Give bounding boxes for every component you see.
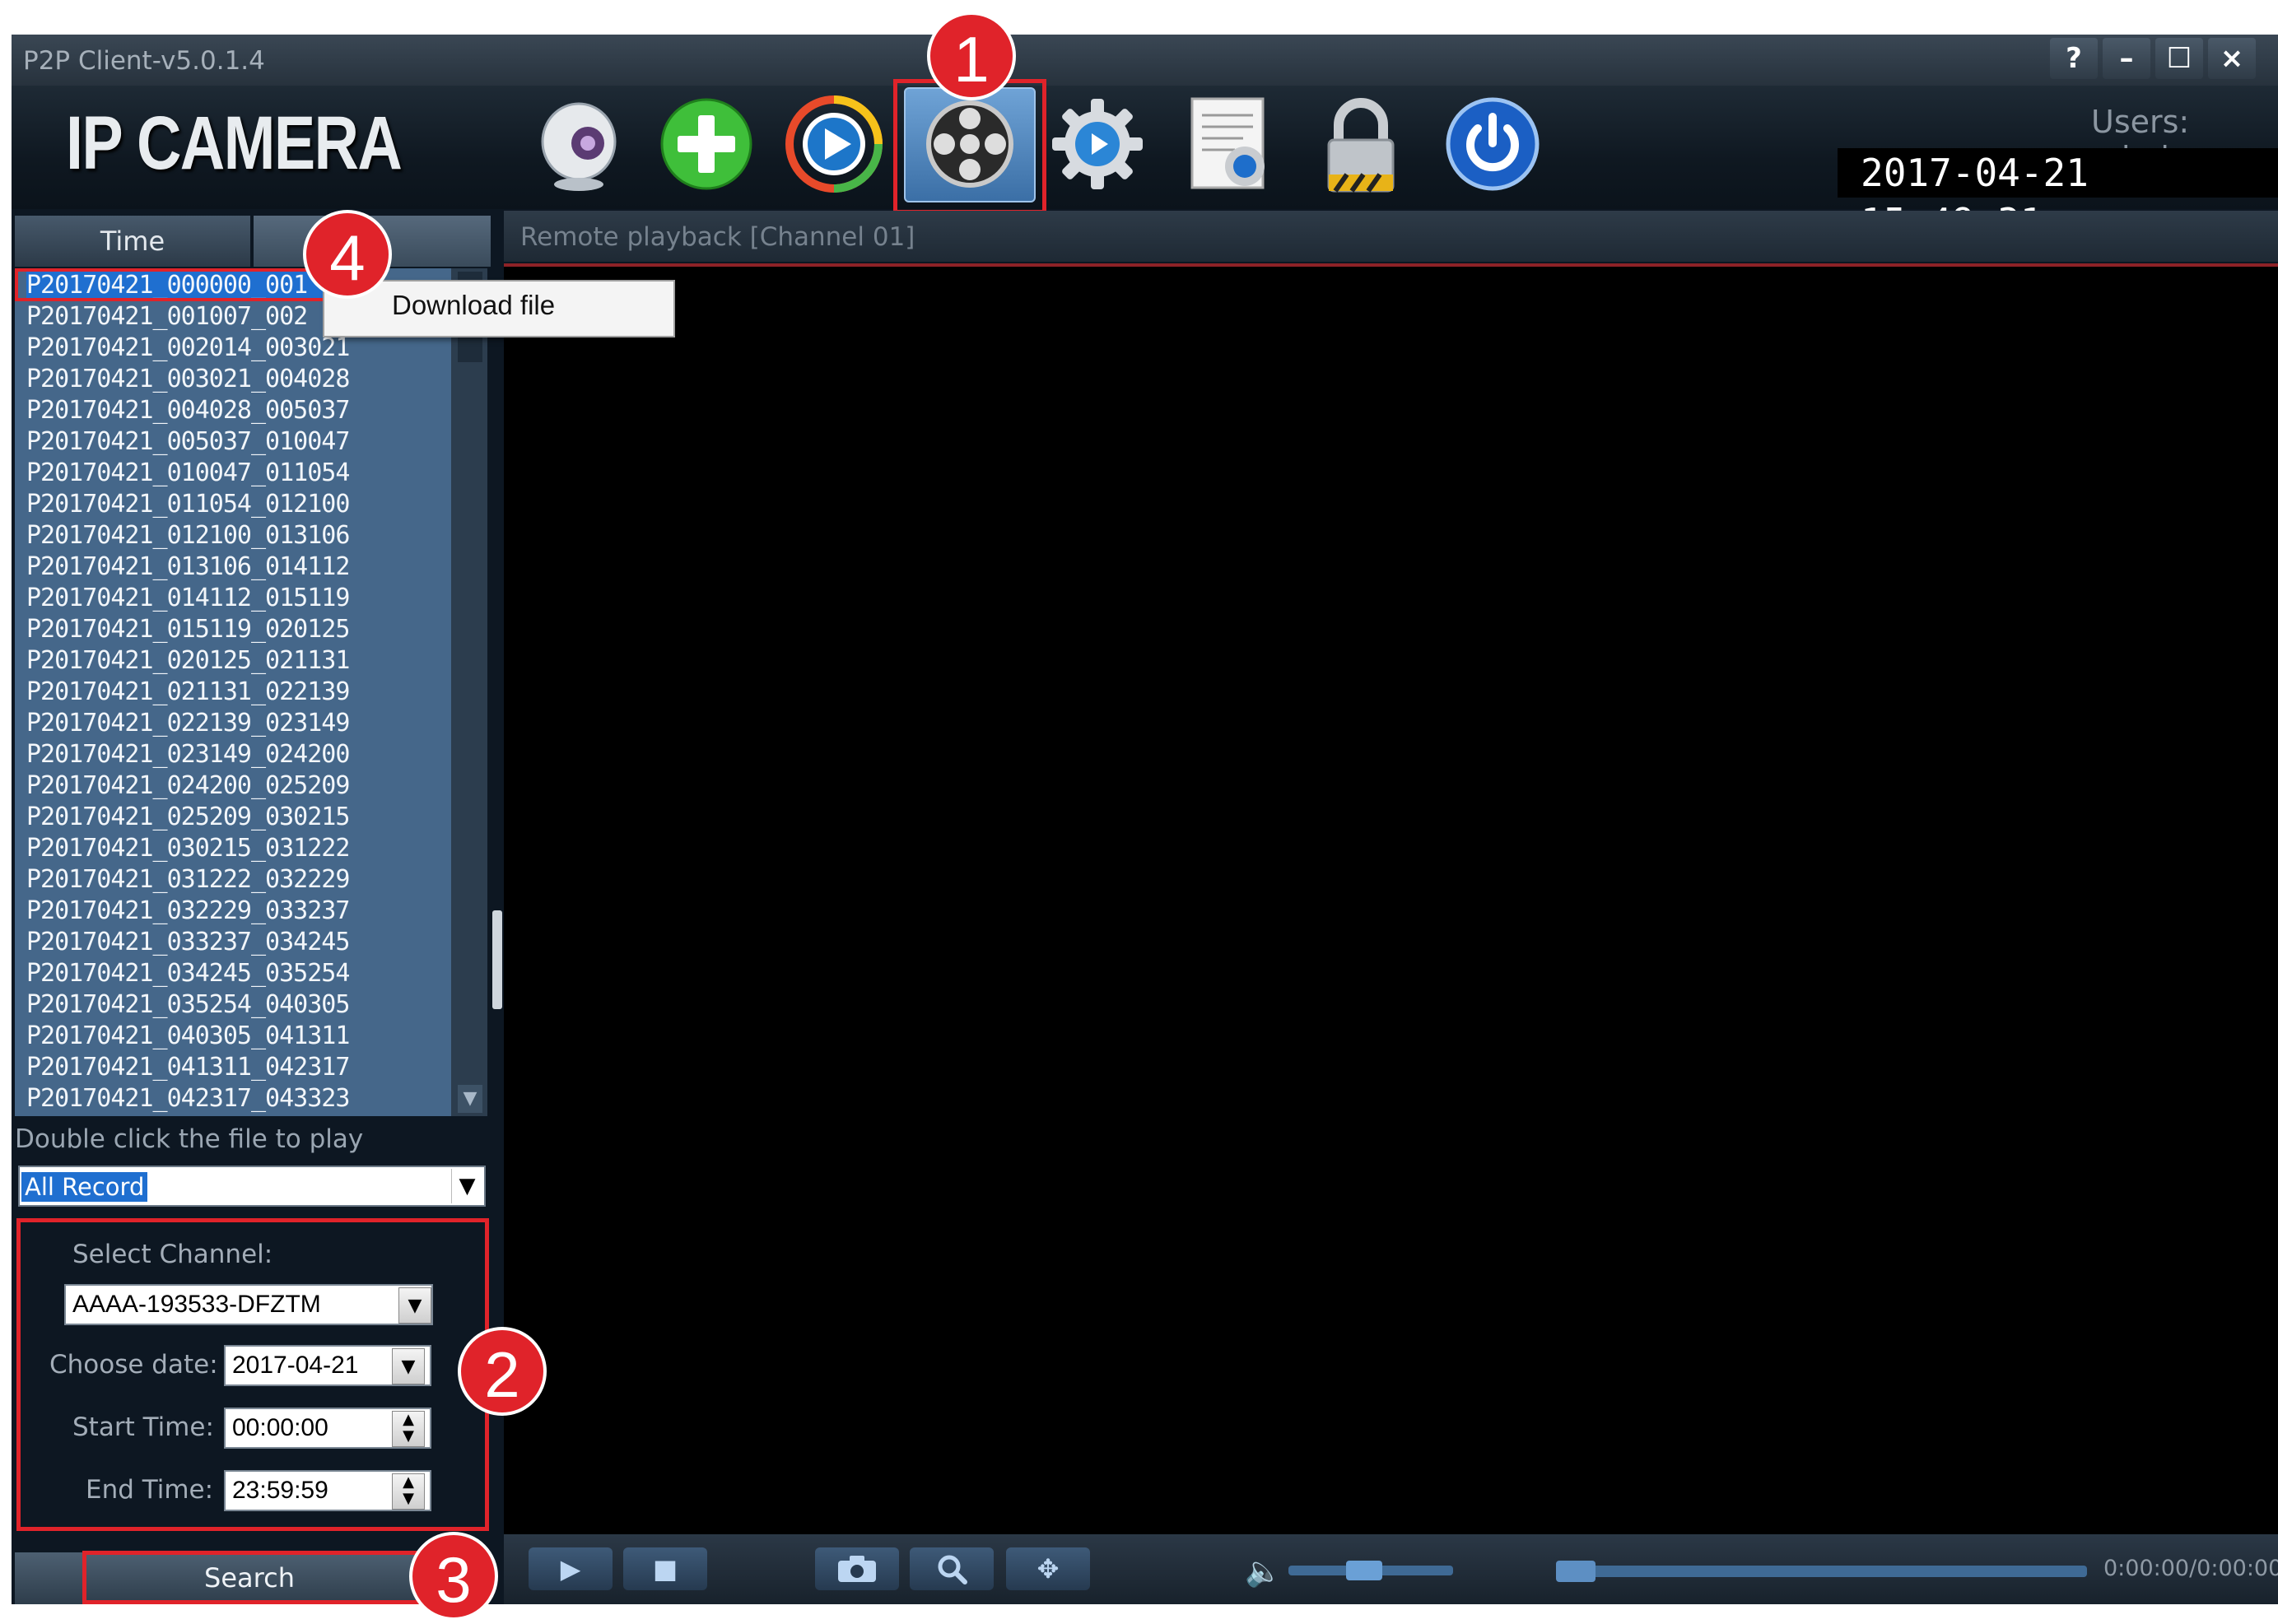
- chevron-down-icon[interactable]: ▼: [451, 1169, 482, 1203]
- callout-3: 3: [409, 1532, 498, 1621]
- chevron-down-icon[interactable]: ▼: [398, 1287, 431, 1324]
- file-list-item[interactable]: P20170421_031222_032229: [26, 864, 372, 896]
- callout-2: 2: [458, 1327, 547, 1416]
- file-list-item[interactable]: P20170421_002014_003021: [26, 333, 372, 364]
- spinner-icon[interactable]: ▲ ▼: [392, 1473, 425, 1510]
- camera-snapshot-icon[interactable]: [815, 1547, 899, 1590]
- minimize-button[interactable]: –: [2103, 38, 2150, 79]
- end-time-label: End Time:: [86, 1475, 214, 1505]
- zoom-icon[interactable]: [910, 1547, 994, 1590]
- date-label: Choose date:: [49, 1350, 218, 1380]
- date-time-display: 2017-04-21 15:49:31: [1838, 148, 2278, 244]
- file-list-item[interactable]: P20170421_022139_023149: [26, 708, 372, 739]
- app-logo: IP CAMERA: [66, 101, 403, 185]
- seek-bar-knob[interactable]: [1556, 1561, 1596, 1582]
- file-list-item[interactable]: P20170421_042317_043323: [26, 1083, 372, 1114]
- stop-icon[interactable]: ■: [623, 1547, 707, 1590]
- channel-select[interactable]: AAAA-193533-DFZTM: [64, 1284, 433, 1325]
- file-list-item[interactable]: P20170421_005037_010047: [26, 426, 372, 458]
- spinner-icon[interactable]: ▲ ▼: [392, 1411, 425, 1447]
- play-icon[interactable]: ▶: [529, 1547, 613, 1590]
- file-list-item[interactable]: P20170421_014112_015119: [26, 583, 372, 614]
- file-list-item[interactable]: P20170421_033237_034245: [26, 927, 372, 958]
- power-icon[interactable]: [1441, 92, 1544, 196]
- file-list-item[interactable]: P20170421_024200_025209: [26, 770, 372, 802]
- title-bar[interactable]: [12, 35, 2278, 86]
- file-list-item[interactable]: P20170421_012100_013106: [26, 520, 372, 551]
- start-time-label: Start Time:: [72, 1412, 214, 1442]
- mute-speaker-icon[interactable]: 🔈: [1245, 1554, 1282, 1589]
- chevron-down-icon[interactable]: ▼: [392, 1348, 425, 1384]
- file-list-item[interactable]: P20170421_010047_011054: [26, 458, 372, 489]
- callout-4: 4: [303, 210, 392, 299]
- video-title: Remote playback [Channel 01]: [520, 222, 915, 252]
- file-list-item[interactable]: P20170421_003021_004028: [26, 364, 372, 395]
- file-list-item[interactable]: P20170421_013106_014112: [26, 551, 372, 583]
- document-gear-icon[interactable]: [1177, 92, 1281, 196]
- video-viewport[interactable]: [504, 267, 2278, 1534]
- webcam-icon[interactable]: [527, 92, 631, 196]
- gear-icon[interactable]: [1046, 92, 1149, 196]
- file-list-item[interactable]: P20170421_032229_033237: [26, 896, 372, 927]
- plus-icon[interactable]: [655, 92, 758, 196]
- file-list-item[interactable]: P20170421_040305_041311: [26, 1021, 372, 1052]
- seek-bar[interactable]: [1556, 1566, 2087, 1577]
- file-list-item[interactable]: P20170421_001007_002: [26, 301, 372, 333]
- padlock-icon[interactable]: [1309, 92, 1413, 196]
- tab-time[interactable]: Time: [15, 216, 250, 267]
- file-list-item[interactable]: P20170421_004028_005037: [26, 395, 372, 426]
- file-list-item[interactable]: P20170421_021131_022139: [26, 677, 372, 708]
- playback-time: 0:00:00/0:00:00: [2103, 1556, 2278, 1581]
- splitter-handle[interactable]: [492, 910, 502, 1009]
- file-list-item[interactable]: P20170421_030215_031222: [26, 833, 372, 864]
- callout-1: 1: [927, 12, 1016, 100]
- search-button-highlight: [82, 1551, 420, 1604]
- file-list-item[interactable]: P20170421_025209_030215: [26, 802, 372, 833]
- volume-slider-knob[interactable]: [1346, 1561, 1383, 1580]
- file-list-item[interactable]: P20170421_020125_021131: [26, 645, 372, 677]
- play-disc-icon[interactable]: [782, 92, 886, 196]
- file-list-item[interactable]: P20170421_011054_012100: [26, 489, 372, 520]
- ptz-move-icon[interactable]: ✥: [1006, 1547, 1090, 1590]
- file-list-item[interactable]: P20170421_034245_035254: [26, 958, 372, 989]
- close-button[interactable]: ×: [2208, 38, 2256, 79]
- file-list-item[interactable]: P20170421_015119_020125: [26, 614, 372, 645]
- file-list-item[interactable]: P20170421_035254_040305: [26, 989, 372, 1021]
- playback-hint: Double click the file to play: [15, 1124, 364, 1154]
- channel-label: Select Channel:: [72, 1240, 273, 1269]
- file-list-scrollbar[interactable]: [451, 268, 487, 1116]
- file-list-item[interactable]: P20170421_041311_042317: [26, 1052, 372, 1083]
- help-button[interactable]: ?: [2050, 38, 2098, 79]
- app-title: P2P Client-v5.0.1.4: [23, 46, 265, 76]
- download-file-menu-item[interactable]: Download file: [392, 290, 555, 321]
- scroll-down-arrow-icon[interactable]: ▼: [458, 1085, 482, 1113]
- selected-file-highlight: [15, 268, 344, 301]
- maximize-button[interactable]: ☐: [2155, 38, 2203, 79]
- file-list-item[interactable]: P20170421_023149_024200: [26, 739, 372, 770]
- record-type-value: All Record: [21, 1172, 148, 1202]
